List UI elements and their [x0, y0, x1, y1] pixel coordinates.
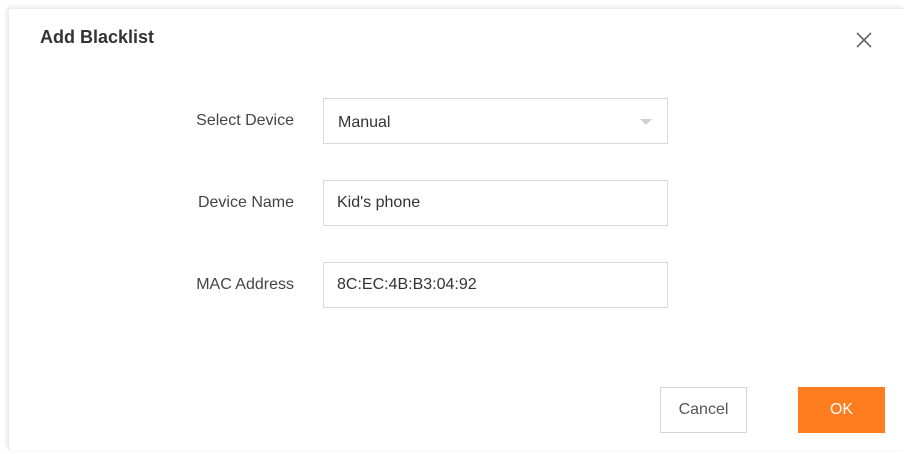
device-name-row: Device Name: [9, 180, 904, 226]
ok-button[interactable]: OK: [798, 387, 885, 433]
device-name-field: [323, 180, 668, 226]
mac-address-field: [323, 262, 668, 308]
mac-address-label: MAC Address: [196, 276, 294, 293]
device-name-label: Device Name: [197, 194, 294, 211]
cancel-button[interactable]: Cancel: [660, 387, 747, 433]
select-device-value: Manual: [338, 114, 391, 131]
select-device-dropdown[interactable]: Manual: [323, 98, 668, 144]
chevron-down-icon: [640, 119, 652, 125]
dialog-title: Add Blacklist: [40, 27, 155, 47]
select-device-row: Select Device Manual: [9, 98, 904, 144]
mac-address-row: MAC Address: [9, 262, 904, 308]
close-button[interactable]: [853, 29, 875, 51]
close-icon: [856, 32, 872, 48]
add-blacklist-dialog: Add Blacklist Select Device Manual Devic…: [8, 8, 904, 450]
select-device-label: Select Device: [196, 112, 294, 129]
mac-address-input[interactable]: [324, 263, 667, 307]
device-name-input[interactable]: [324, 181, 667, 225]
